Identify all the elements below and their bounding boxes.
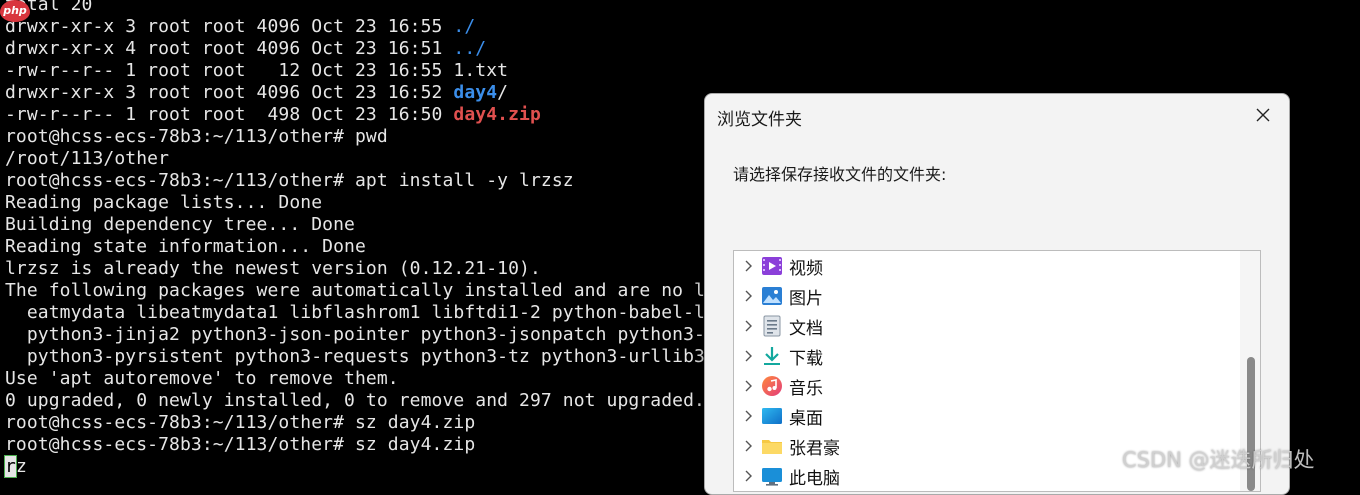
tree-item-videos[interactable]: 视频	[734, 251, 1239, 281]
tree-item-label: 张君豪	[789, 438, 840, 459]
php-logo-icon: php	[0, 0, 30, 22]
terminal-line: drwxr-xr-x 4 root root 4096 Oct 23 16:51…	[5, 38, 487, 59]
dialog-title: 浏览文件夹	[717, 110, 802, 130]
chevron-right-icon[interactable]	[737, 371, 759, 401]
browse-folder-dialog: 浏览文件夹 请选择保存接收文件的文件夹: 视频 图片 文档 下载 音乐 桌面 张…	[704, 93, 1290, 495]
tree-item-label: 文档	[789, 318, 823, 339]
terminal-line: eatmydata libeatmydata1 libflashrom1 lib…	[5, 302, 705, 323]
tree-item-pictures[interactable]: 图片	[734, 281, 1239, 311]
video-folder-icon	[761, 255, 783, 277]
terminal-line: root@hcss-ecs-78b3:~/113/other# sz day4.…	[5, 412, 476, 433]
tree-item-label: 桌面	[789, 408, 823, 429]
terminal-line: /root/113/other	[5, 148, 170, 169]
close-button[interactable]	[1247, 100, 1279, 130]
terminal-line: Reading package lists... Done	[5, 192, 323, 213]
terminal-line: drwxr-xr-x 3 root root 4096 Oct 23 16:55…	[5, 16, 476, 37]
terminal-line: python3-pyrsistent python3-requests pyth…	[5, 346, 705, 367]
chevron-right-icon[interactable]	[737, 431, 759, 461]
dialog-prompt: 请选择保存接收文件的文件夹:	[733, 165, 947, 184]
tree-item-documents[interactable]: 文档	[734, 311, 1239, 341]
chevron-right-icon[interactable]	[737, 251, 759, 281]
terminal-line: python3-jinja2 python3-json-pointer pyth…	[5, 324, 705, 345]
close-icon	[1256, 108, 1270, 122]
chevron-right-icon[interactable]	[737, 281, 759, 311]
dir-name: ./	[453, 16, 476, 37]
tree-item-label: 音乐	[789, 378, 823, 399]
terminal-line: root@hcss-ecs-78b3:~/113/other# apt inst…	[5, 170, 574, 191]
chevron-right-icon[interactable]	[737, 401, 759, 431]
chevron-right-icon[interactable]	[737, 341, 759, 371]
tree-item-label: 下载	[789, 348, 823, 369]
chevron-right-icon[interactable]	[737, 461, 759, 491]
tree-item-music[interactable]: 音乐	[734, 371, 1239, 401]
tree-item-downloads[interactable]: 下载	[734, 341, 1239, 371]
desktop-folder-icon	[761, 405, 783, 427]
pictures-folder-icon	[761, 285, 783, 307]
tree-item-label: 此电脑	[789, 468, 840, 489]
terminal-line: root@hcss-ecs-78b3:~/113/other# sz day4.…	[5, 434, 476, 455]
archive-name: day4.zip	[453, 104, 541, 125]
documents-folder-icon	[761, 315, 783, 337]
tree-item-label: 视频	[789, 258, 823, 279]
chevron-right-icon[interactable]	[737, 311, 759, 341]
terminal-line: 0 upgraded, 0 newly installed, 0 to remo…	[5, 390, 705, 411]
watermark: CSDN @迷迭所归处	[1122, 448, 1315, 472]
dir-name: ../	[453, 38, 487, 59]
terminal-line: -rw-r--r-- 1 root root 498 Oct 23 16:50 …	[5, 104, 541, 125]
text-cursor: r	[4, 455, 17, 478]
terminal-line: drwxr-xr-x 3 root root 4096 Oct 23 16:52…	[5, 82, 509, 103]
terminal-line: Reading state information... Done	[5, 236, 366, 257]
user-folder-icon	[761, 435, 783, 457]
dir-name: day4	[453, 82, 498, 103]
terminal-line: Use 'apt autoremove' to remove them.	[5, 368, 399, 389]
terminal-line: -rw-r--r-- 1 root root 12 Oct 23 16:55 1…	[5, 60, 509, 81]
tree-item-label: 图片	[789, 288, 823, 309]
terminal-line: Building dependency tree... Done	[5, 214, 355, 235]
terminal-line: lrzsz is already the newest version (0.1…	[5, 258, 541, 279]
tree-item-desktop[interactable]: 桌面	[734, 401, 1239, 431]
music-folder-icon	[761, 375, 783, 397]
terminal-line: root@hcss-ecs-78b3:~/113/other# pwd	[5, 126, 388, 147]
download-folder-icon	[761, 345, 783, 367]
terminal-input-line[interactable]: rz	[4, 455, 27, 478]
this-pc-icon	[761, 465, 783, 487]
terminal-line: The following packages were automaticall…	[5, 280, 705, 301]
